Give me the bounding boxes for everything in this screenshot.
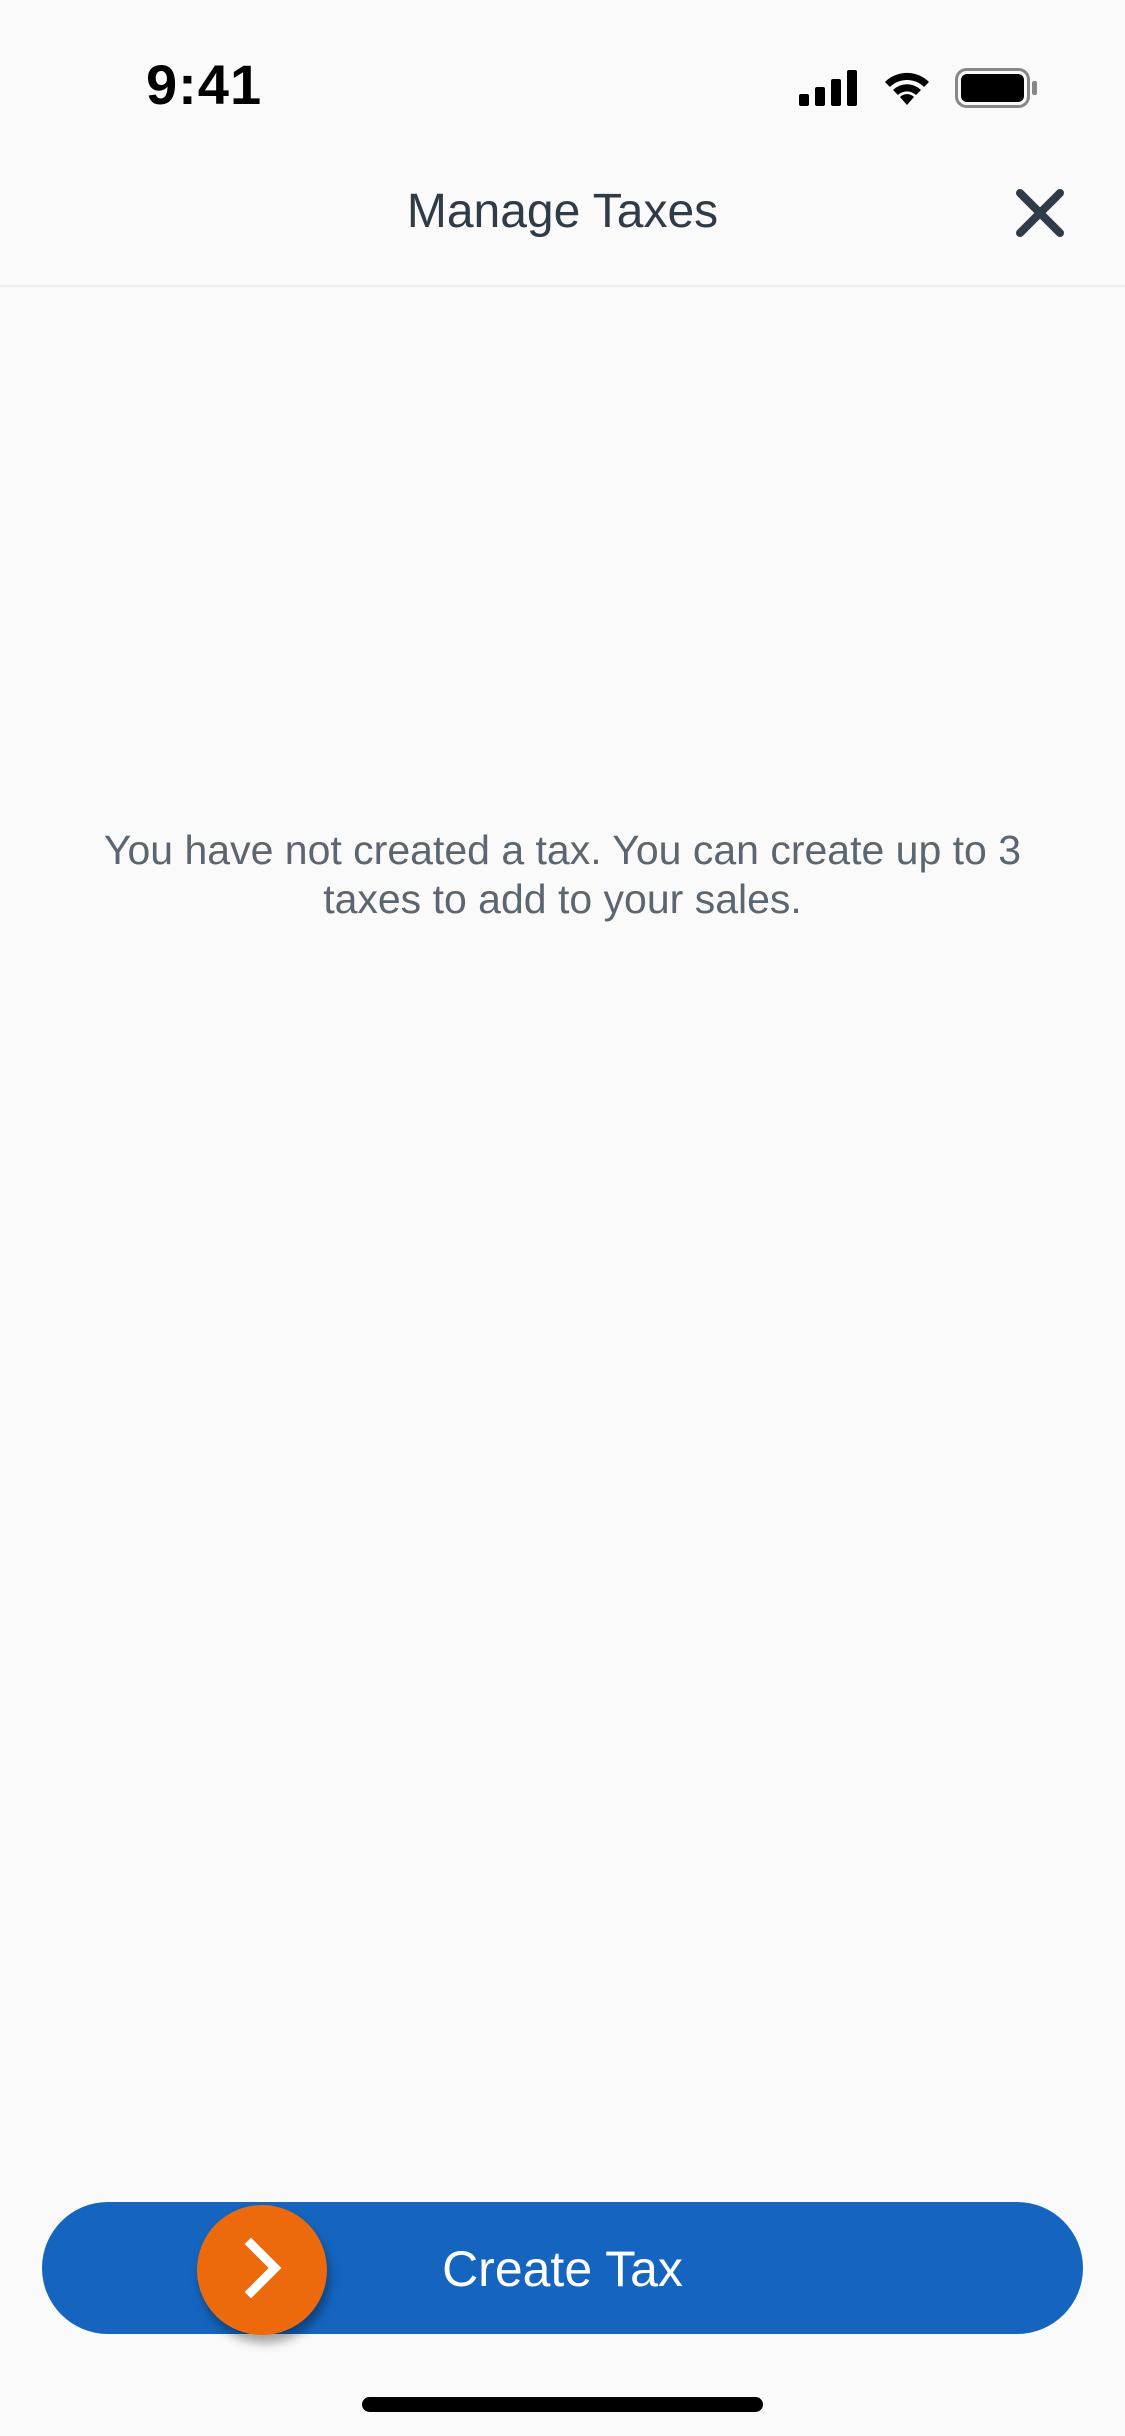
home-indicator[interactable] xyxy=(362,2397,763,2412)
status-icons xyxy=(799,68,1039,113)
close-button[interactable] xyxy=(1005,180,1075,250)
close-icon xyxy=(1015,188,1065,243)
navigation-header: Manage Taxes xyxy=(0,160,1125,287)
status-time: 9:41 xyxy=(146,53,263,116)
battery-icon xyxy=(955,68,1039,113)
create-tax-button[interactable]: Create Tax xyxy=(42,2202,1083,2335)
create-tax-label: Create Tax xyxy=(442,2241,683,2297)
cellular-signal-icon xyxy=(799,70,859,111)
status-bar: 9:41 xyxy=(0,0,1125,160)
empty-state-message: You have not created a tax. You can crea… xyxy=(103,827,1022,922)
page-title: Manage Taxes xyxy=(406,185,719,238)
wifi-icon xyxy=(881,69,933,112)
